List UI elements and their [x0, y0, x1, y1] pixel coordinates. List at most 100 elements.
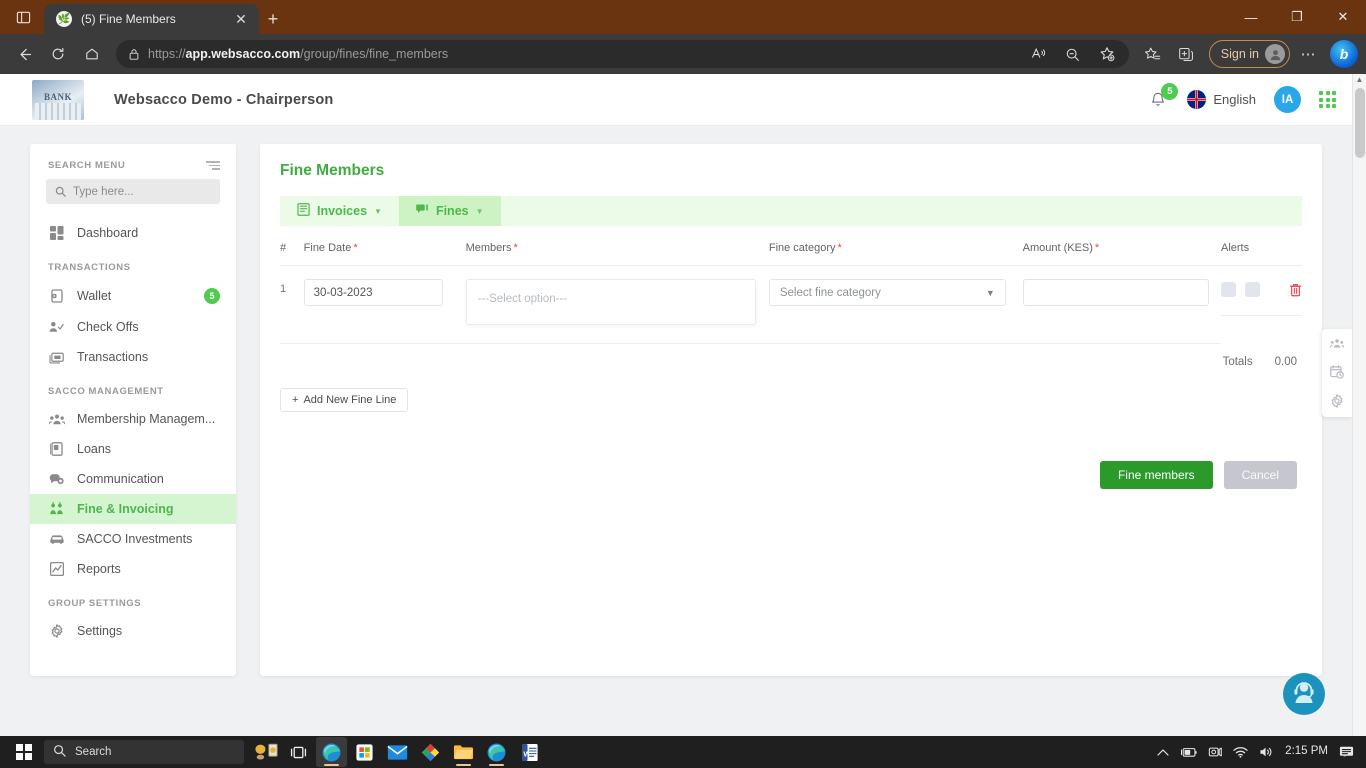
- tab-title: (5) Fine Members: [81, 12, 176, 26]
- sidebar-item-label: Membership Managem...: [77, 412, 216, 426]
- notification-center-icon[interactable]: [1339, 745, 1354, 759]
- windows-start-icon[interactable]: [4, 736, 44, 768]
- th-amount: Amount (KES) *: [1022, 242, 1221, 266]
- task-view-icon[interactable]: [283, 737, 314, 767]
- sidebar-item-loans[interactable]: Loans: [30, 434, 236, 464]
- sidebar-item-membership-management[interactable]: Membership Managem...: [30, 404, 236, 434]
- support-chat-button[interactable]: [1283, 673, 1325, 715]
- scroll-up-icon[interactable]: ▲: [1356, 76, 1364, 84]
- sidebar-item-fine-invoicing[interactable]: Fine & Invoicing: [30, 494, 236, 524]
- th-alerts: Alerts: [1221, 242, 1302, 266]
- browser-tab[interactable]: 🌿 (5) Fine Members ✕: [44, 4, 259, 34]
- paint-icon[interactable]: [415, 737, 446, 767]
- battery-icon[interactable]: [1180, 747, 1197, 758]
- sidebar-search-box[interactable]: [46, 179, 220, 204]
- page-viewport: Websacco Demo - Chairperson 5 English IA: [0, 74, 1366, 736]
- search-icon: [53, 744, 66, 760]
- form-actions: Fine members Cancel: [280, 461, 1302, 489]
- fine-members-submit-button[interactable]: Fine members: [1099, 461, 1213, 489]
- fine-date-input[interactable]: 30-03-2023: [303, 279, 443, 306]
- group-members-icon[interactable]: [1330, 338, 1344, 350]
- fine-members-card: Fine Members Invoices ▼ Fines ▼ # Fine D…: [260, 144, 1322, 676]
- page-scrollbar[interactable]: ▲: [1352, 74, 1366, 736]
- sidebar-item-transactions[interactable]: Transactions: [30, 342, 236, 372]
- notifications-button[interactable]: 5: [1147, 82, 1179, 113]
- bing-chat-icon[interactable]: b: [1330, 40, 1358, 68]
- camera-icon[interactable]: [1208, 746, 1222, 758]
- taskbar-apps: W: [250, 737, 545, 767]
- members-multiselect[interactable]: ---Select option---: [465, 279, 756, 325]
- settings-gear-icon: [48, 624, 65, 638]
- sidebar-item-settings[interactable]: Settings: [30, 616, 236, 646]
- sidebar-item-label: Communication: [77, 472, 164, 486]
- sign-in-button[interactable]: Sign in: [1208, 40, 1290, 68]
- tab-list-icon[interactable]: [6, 0, 40, 34]
- sidebar-item-wallet[interactable]: Wallet 5: [30, 280, 236, 312]
- notification-badge: 5: [1161, 82, 1179, 100]
- refresh-icon[interactable]: [42, 39, 74, 69]
- app-title: Websacco Demo - Chairperson: [114, 91, 334, 108]
- settings-gear-icon[interactable]: [1330, 394, 1344, 408]
- trash-icon[interactable]: [1289, 283, 1302, 297]
- microsoft-store-icon[interactable]: [349, 737, 380, 767]
- sidebar-item-sacco-investments[interactable]: SACCO Investments: [30, 524, 236, 554]
- close-icon[interactable]: ✕: [231, 9, 251, 29]
- collections-icon[interactable]: [1171, 39, 1203, 69]
- calendar-clock-icon[interactable]: [1330, 365, 1344, 379]
- back-icon[interactable]: [8, 39, 40, 69]
- taskbar-clock[interactable]: 2:15 PM: [1285, 746, 1328, 758]
- sms-alert-toggle[interactable]: [1221, 282, 1236, 297]
- home-icon[interactable]: [76, 39, 108, 69]
- search-input[interactable]: [73, 185, 211, 198]
- favorites-icon[interactable]: [1137, 39, 1169, 69]
- sidebar-item-check-offs[interactable]: Check Offs: [30, 312, 236, 342]
- tab-fines[interactable]: Fines ▼: [398, 196, 501, 226]
- file-explorer-icon[interactable]: [448, 737, 479, 767]
- fine-category-select[interactable]: Select fine category ▼: [768, 279, 1006, 306]
- totals-label: Totals: [1222, 356, 1253, 368]
- sidebar-item-communication[interactable]: Communication: [30, 464, 236, 494]
- browser-toolbar: https://app.websacco.com/group/fines/fin…: [0, 34, 1366, 74]
- chevron-up-icon[interactable]: [1157, 748, 1169, 757]
- amount-input[interactable]: [1022, 279, 1209, 306]
- browser-window: 🌿 (5) Fine Members ✕ + — ❐ ✕ https://app…: [0, 0, 1366, 768]
- email-alert-toggle[interactable]: [1245, 282, 1260, 297]
- zoom-out-icon[interactable]: [1057, 39, 1089, 69]
- language-label: English: [1213, 92, 1256, 107]
- window-close-button[interactable]: ✕: [1320, 0, 1366, 34]
- add-new-fine-line-button[interactable]: + Add New Fine Line: [280, 388, 409, 412]
- th-members: Members *: [465, 242, 769, 266]
- browser-titlebar: 🌿 (5) Fine Members ✕ + — ❐ ✕: [0, 0, 1366, 34]
- apps-grid-icon[interactable]: [1319, 91, 1336, 108]
- mail-icon[interactable]: [382, 737, 413, 767]
- filter-menu-icon[interactable]: [206, 161, 220, 170]
- cell-fine-category: Select fine category ▼: [768, 265, 1023, 344]
- cancel-button[interactable]: Cancel: [1223, 461, 1297, 489]
- address-bar[interactable]: https://app.websacco.com/group/fines/fin…: [116, 40, 1129, 68]
- maximize-button[interactable]: ❐: [1274, 0, 1320, 34]
- volume-icon[interactable]: [1259, 746, 1274, 758]
- edge-browser-icon[interactable]: [316, 737, 347, 767]
- bank-logo: [32, 79, 84, 120]
- scrollbar-thumb[interactable]: [1354, 88, 1365, 158]
- word-icon[interactable]: W: [514, 737, 545, 767]
- new-tab-button[interactable]: +: [259, 4, 287, 34]
- sidebar-section-sacco-management: SACCO MANAGEMENT: [48, 386, 164, 397]
- row-index: 1: [280, 265, 304, 344]
- edge-icon[interactable]: [481, 737, 512, 767]
- weather-widget-icon[interactable]: [250, 737, 281, 767]
- sidebar-item-reports[interactable]: Reports: [30, 554, 236, 584]
- minimize-button[interactable]: —: [1228, 0, 1274, 34]
- fine-invoicing-icon: [48, 502, 65, 516]
- taskbar-search-label: Search: [75, 746, 112, 758]
- wifi-icon[interactable]: [1233, 746, 1248, 758]
- sidebar-item-dashboard[interactable]: Dashboard: [30, 218, 236, 248]
- language-selector[interactable]: English: [1187, 90, 1256, 109]
- user-avatar[interactable]: IA: [1274, 86, 1301, 113]
- chevron-down-icon: ▼: [475, 206, 484, 216]
- read-aloud-icon[interactable]: [1023, 39, 1055, 69]
- settings-more-icon[interactable]: ⋯: [1292, 39, 1324, 69]
- add-favorite-icon[interactable]: [1091, 39, 1123, 69]
- taskbar-search[interactable]: Search: [44, 740, 244, 764]
- tab-invoices[interactable]: Invoices ▼: [280, 196, 399, 226]
